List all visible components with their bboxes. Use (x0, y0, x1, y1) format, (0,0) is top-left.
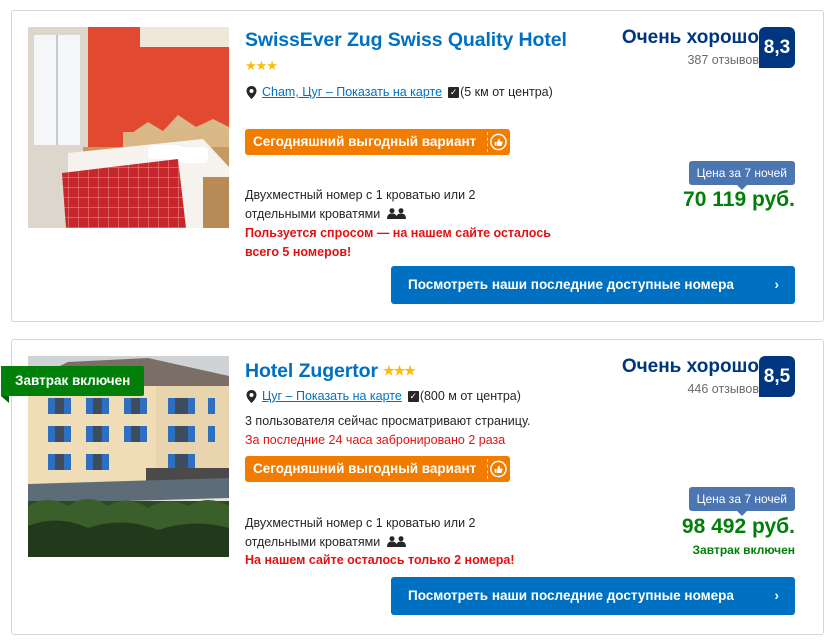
see-availability-label: Посмотреть наши последние доступные номе… (408, 588, 734, 603)
price-label: Цена за 7 ночей (688, 161, 795, 190)
viewers-now-message: 3 пользователя сейчас просматривают стра… (245, 414, 531, 428)
star-rating: ★★★ (245, 58, 278, 73)
review-score-badge[interactable]: 8,5 (759, 356, 795, 397)
room-description: Двухместный номер с 1 кроватью или 2 отд… (245, 514, 515, 552)
two-people-icon (386, 536, 406, 547)
distance-from-center: (5 км от центра) (460, 85, 553, 99)
breakfast-included-note: Завтрак включен (692, 543, 795, 557)
breakfast-included-ribbon: Завтрак включен (1, 366, 145, 396)
two-people-icon (386, 208, 406, 219)
room-description: Двухместный номер с 1 кроватью или 2 отд… (245, 186, 515, 224)
room-description-line: Двухместный номер с 1 кроватью или 2 (245, 516, 476, 530)
urgency-message: На нашем сайте осталось только 2 номера! (245, 553, 515, 567)
checkbox-icon: ✓ (448, 86, 460, 98)
map-pin-icon (246, 389, 257, 403)
map-pin-icon (246, 85, 257, 99)
star-rating: ★★★ (382, 363, 416, 378)
hotel-card: SwissEver Zug Swiss Quality Hotel ★★★ Ch… (11, 10, 824, 322)
price-label: Цена за 7 ночей (688, 487, 795, 516)
review-score-word[interactable]: Очень хорошо (622, 27, 759, 49)
recent-bookings-message: За последние 24 часа забронировано 2 раз… (245, 433, 506, 447)
chevron-right-icon: › (774, 277, 780, 292)
review-score-badge[interactable]: 8,3 (759, 27, 795, 68)
review-score-word[interactable]: Очень хорошо (622, 356, 759, 378)
review-count[interactable]: 387 отзывов (687, 53, 759, 67)
checkbox-icon: ✓ (407, 390, 419, 402)
deal-badge-label: Сегодняшний выгодный вариант (253, 461, 477, 476)
price: 98 492 руб. (681, 515, 795, 538)
urgency-line: Пользуется спросом — на нашем сайте оста… (245, 226, 551, 240)
thumbs-up-badge-icon (487, 132, 507, 152)
review-count[interactable]: 446 отзывов (687, 382, 759, 396)
deal-badge: Сегодняшний выгодный вариант (245, 456, 510, 482)
location-line: Цуг – Показать на карте ✓ (800 м от цент… (246, 389, 521, 403)
show-on-map-link[interactable]: Цуг – Показать на карте (262, 389, 402, 403)
hotel-photo[interactable] (28, 27, 229, 228)
deal-badge: Сегодняшний выгодный вариант (245, 129, 510, 155)
deal-badge-label: Сегодняшний выгодный вариант (253, 134, 477, 149)
urgency-line: всего 5 номеров! (245, 245, 352, 259)
hotel-room-photo (28, 27, 229, 228)
hotel-name-link[interactable]: Hotel Zugertor ★★★ (245, 360, 416, 383)
hotel-name-link[interactable]: SwissEver Zug Swiss Quality Hotel (245, 29, 567, 52)
see-availability-label: Посмотреть наши последние доступные номе… (408, 277, 734, 292)
distance-from-center: (800 м от центра) (419, 389, 521, 403)
see-availability-button[interactable]: Посмотреть наши последние доступные номе… (391, 266, 795, 304)
price: 70 119 руб. (683, 188, 795, 211)
hotel-name-text: Hotel Zugertor (245, 360, 378, 382)
show-on-map-link[interactable]: Cham, Цуг – Показать на карте (262, 85, 442, 99)
room-description-line: отдельными кроватями (245, 207, 381, 221)
location-line: Cham, Цуг – Показать на карте ✓ (5 км от… (246, 85, 553, 99)
urgency-message: Пользуется спросом — на нашем сайте оста… (245, 224, 565, 262)
chevron-right-icon: › (774, 588, 780, 603)
room-description-line: отдельными кроватями (245, 535, 381, 549)
room-description-line: Двухместный номер с 1 кроватью или 2 (245, 188, 476, 202)
see-availability-button[interactable]: Посмотреть наши последние доступные номе… (391, 577, 795, 615)
ribbon-fold (1, 396, 9, 403)
thumbs-up-badge-icon (487, 459, 507, 479)
